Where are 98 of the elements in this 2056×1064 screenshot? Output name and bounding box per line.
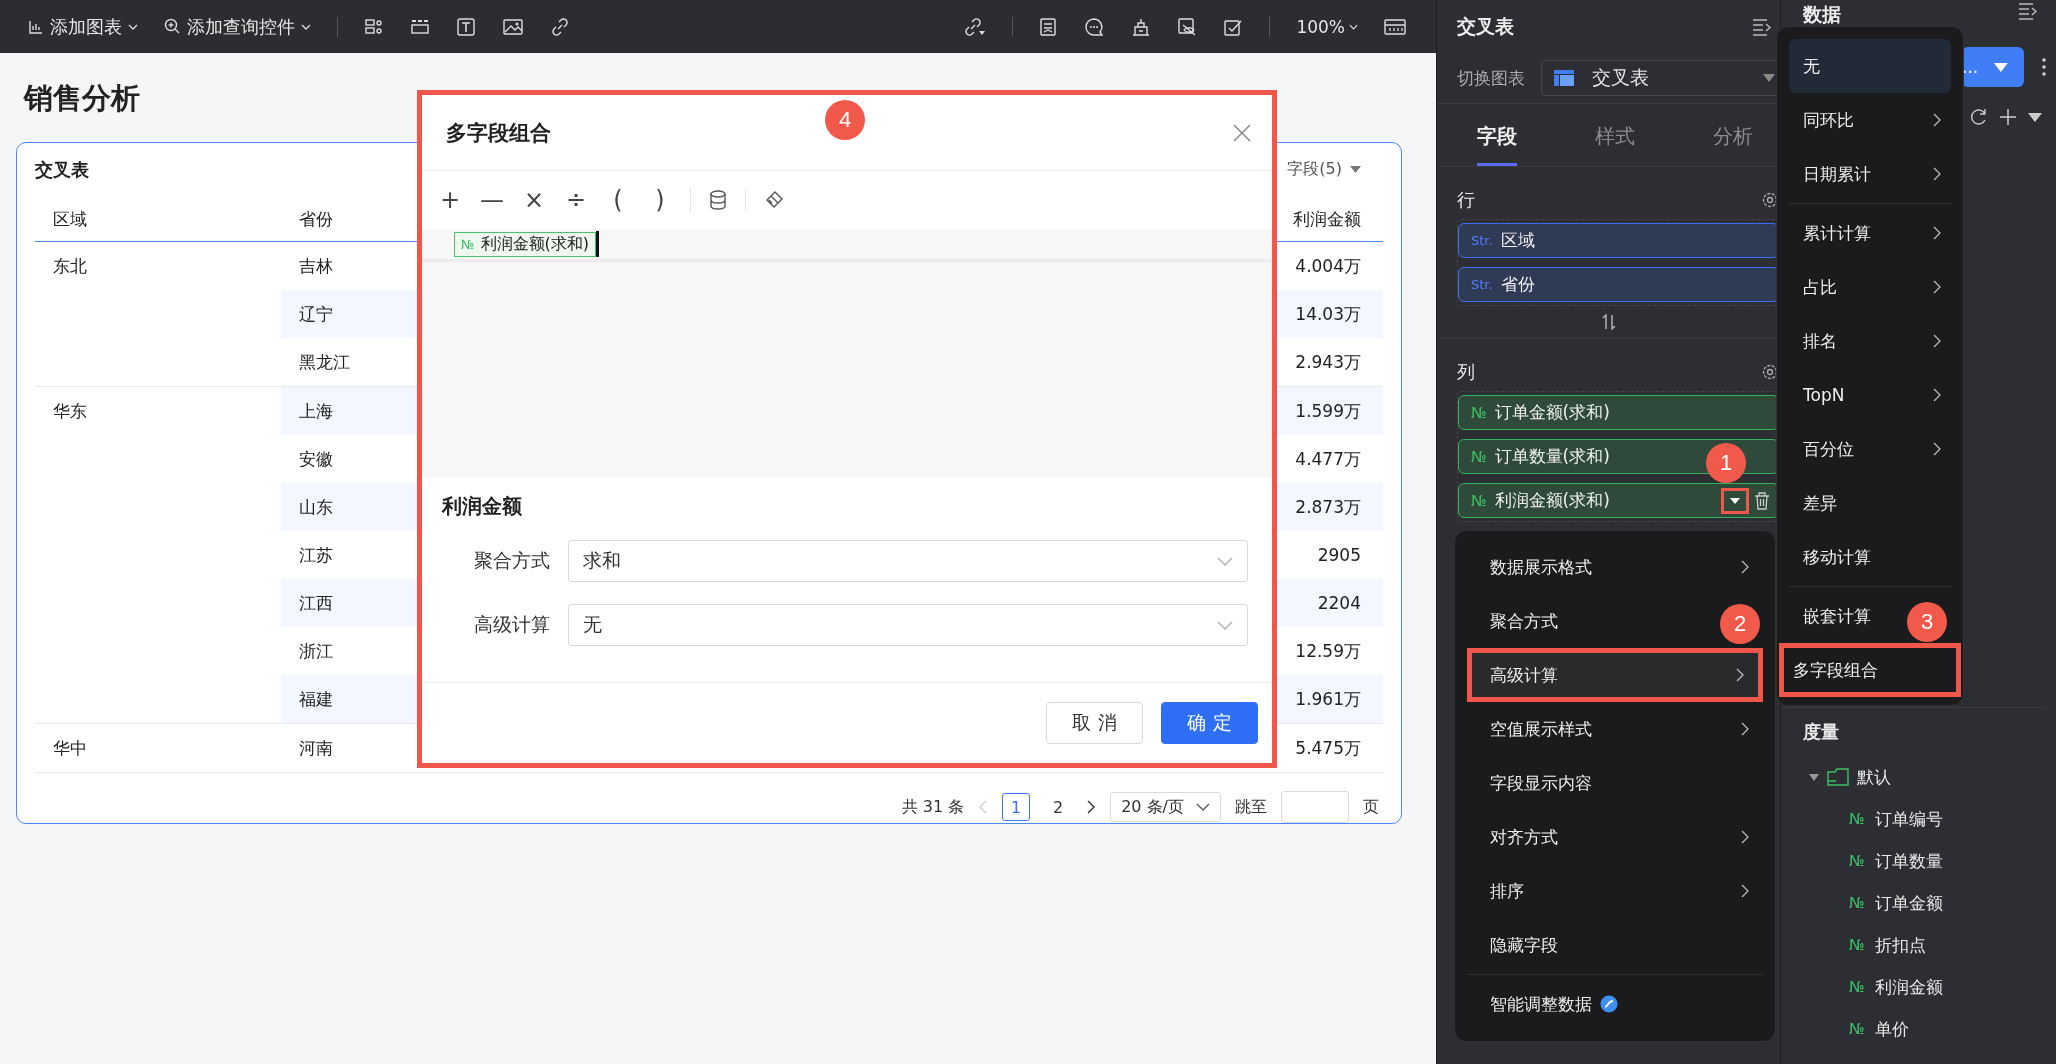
column-header: 利润金额 [1292,208,1362,232]
table-cell: 12.59万 [1295,639,1361,663]
toolbar-menu[interactable]: 添加图表 [28,14,138,39]
select-field[interactable]: 求和 [568,540,1248,582]
menu-item[interactable]: 百分位 [1789,422,1951,476]
menu-item[interactable]: 对齐方式 [1467,810,1763,864]
table-cell: 华东 [53,401,87,421]
menu-item[interactable]: 排序 [1467,864,1763,918]
zoom-select[interactable]: 100% [1296,16,1358,37]
field-token: № 利润金额(求和) [454,231,596,257]
dataset-select[interactable]: ... [1962,47,2024,87]
table-cell: 2204 [1317,593,1361,613]
field-item[interactable]: № 订单数量 [1803,840,2046,882]
confirm-button[interactable]: 确 定 [1161,702,1258,744]
table-cell: 河南 [299,736,333,760]
select-field[interactable]: 无 [568,604,1248,646]
menu-item[interactable]: TopN [1789,368,1951,422]
table-cell: 1.961万 [1295,687,1361,711]
page-unit: 页 [1363,796,1379,818]
table-cell: 东北 [53,256,87,276]
operator-button[interactable]: × [522,186,546,214]
operator-button[interactable]: ÷ [564,186,588,214]
formula-editor[interactable]: № 利润金额(求和) [422,229,1272,477]
menu-item[interactable]: 字段显示内容 [1467,756,1606,810]
menu-item[interactable]: 多字段组合 [1779,643,1961,697]
dimension-pill[interactable]: Str. 省份 [1458,267,1779,302]
operator-button[interactable]: — [480,186,504,214]
menu-item[interactable]: 移动计算 [1789,530,1881,584]
field-picker[interactable]: 字段(5) [1287,159,1361,181]
field-label: 高级计算 [474,612,550,637]
menu-item[interactable]: 嵌套计算 [1789,589,1881,643]
section-title: 度量 [1803,720,1839,744]
menu-item[interactable]: 同环比 [1789,93,1951,147]
table-cell: 黑龙江 [299,350,350,374]
cancel-button[interactable]: 取 消 [1046,702,1143,744]
field-item[interactable]: № 单价 [1803,1008,2046,1050]
switch-label: 切换图表 [1457,66,1525,90]
table-cell: 4.004万 [1295,254,1361,278]
column-header: 省份 [298,208,334,232]
table-cell: 福建 [299,687,333,711]
field-item[interactable]: № 订单金额 [1803,882,2046,924]
field-label: 聚合方式 [474,548,550,573]
dimension-pill[interactable]: Str. 区域 [1458,223,1779,258]
toolbar-menu[interactable]: 添加查询控件 [164,14,311,39]
card-title: 交叉表 [35,157,89,182]
menu-item[interactable]: 空值展示样式 [1467,702,1763,756]
menu-item[interactable]: 高级计算 [1467,648,1763,702]
page-button[interactable]: 1 [1002,793,1031,821]
menu-item[interactable]: 累计计算 [1789,206,1951,260]
table-cell: 吉林 [299,254,333,278]
table-cell: 2.943万 [1295,350,1361,374]
menu-item[interactable]: 无 [1789,39,1951,93]
menu-item[interactable]: 聚合方式 [1467,594,1572,648]
menu-item[interactable]: 智能调整数据 [1467,977,1632,1031]
table-cell: 山东 [299,495,333,519]
table-cell: 江苏 [299,543,333,567]
operator-button[interactable]: + [438,186,462,214]
total-count: 共 31 条 [901,796,965,818]
table-cell: 江西 [299,591,333,615]
menu-item[interactable]: 占比 [1789,260,1951,314]
menu-item[interactable]: 数据展示格式 [1467,540,1763,594]
field-item[interactable]: № 订单编号 [1803,798,2046,840]
menu-item[interactable]: 日期累计 [1789,147,1951,201]
page-title: 销售分析 [24,80,141,117]
tab[interactable]: 分析 [1713,104,1753,166]
table-cell: 辽宁 [299,302,333,326]
section-title: 列 [1457,360,1475,384]
table-cell: 2905 [1317,545,1361,565]
section-title: 行 [1457,188,1475,212]
menu-item[interactable]: 差异 [1789,476,1847,530]
table-cell: 华中 [53,738,87,758]
section-title: 利润金额 [442,493,523,520]
table-cell: 14.03万 [1295,302,1361,326]
table-cell: 4.477万 [1295,447,1361,471]
column-header: 区域 [52,208,88,232]
table-cell: 5.475万 [1295,736,1361,760]
menu-item[interactable]: 隐藏字段 [1467,918,1572,972]
menu-item[interactable]: 排名 [1789,314,1951,368]
page-button[interactable]: 2 [1044,793,1073,821]
jump-label: 跳至 [1235,796,1267,818]
field-item[interactable]: № 利润金额 [1803,966,2046,1008]
panel-title: 数据 [1803,2,1841,27]
table-cell: 安徽 [299,447,333,471]
measure-pill[interactable]: № 利润金额(求和) [1458,483,1779,518]
dialog-title: 多字段组合 [446,119,551,147]
operator-button[interactable]: ) [648,186,672,214]
operator-button[interactable]: ( [606,186,630,214]
table-cell: 浙江 [299,639,333,663]
measure-pill[interactable]: № 订单金额(求和) [1458,395,1779,430]
tab[interactable]: 字段 [1477,104,1517,166]
table-cell: 上海 [299,399,333,423]
table-cell: 1.599万 [1295,399,1361,423]
field-item[interactable]: № 折扣点 [1803,924,2046,966]
tab[interactable]: 样式 [1595,104,1635,166]
table-cell: 2.873万 [1295,495,1361,519]
page-size-select[interactable]: 20 条/页 [1110,792,1221,822]
folder-name: 默认 [1857,765,1891,789]
panel-title: 交叉表 [1457,13,1514,39]
